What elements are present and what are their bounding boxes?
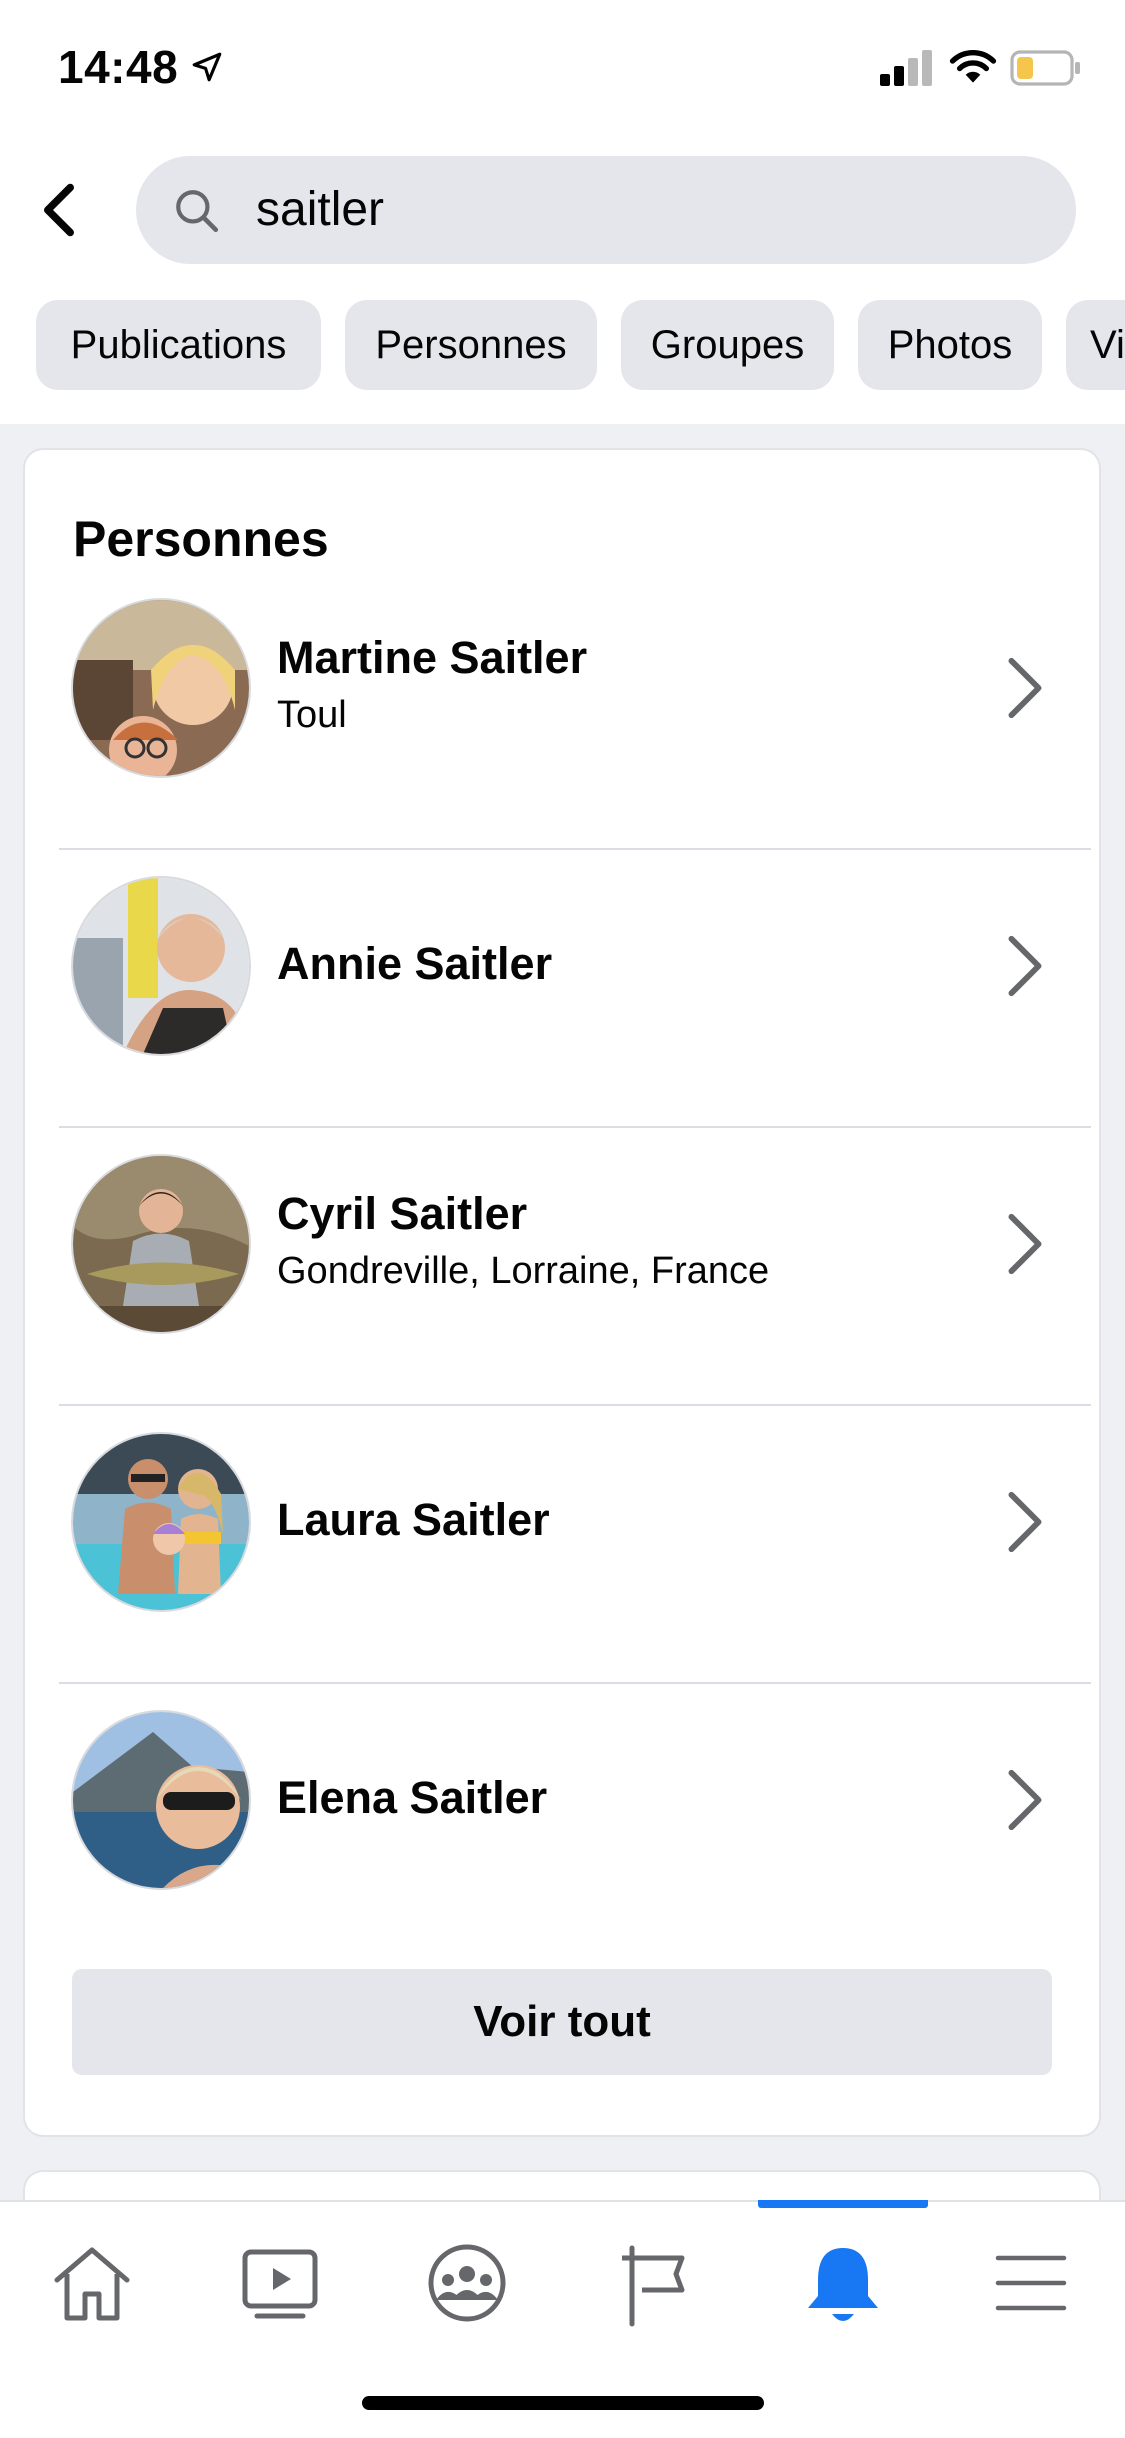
people-results-card: Personnes Martine Saitler Toul Annie Sai… bbox=[25, 450, 1099, 2135]
location-arrow-icon bbox=[192, 52, 222, 82]
see-all-button[interactable]: Voir tout bbox=[72, 1969, 1052, 2075]
person-name: Elena Saitler bbox=[277, 1772, 548, 1823]
chevron-right-icon bbox=[1008, 1769, 1042, 1831]
person-row-laura-saitler[interactable]: Laura Saitler bbox=[25, 1434, 1099, 1710]
search-query[interactable]: saitler bbox=[256, 156, 384, 264]
divider bbox=[59, 1682, 1091, 1684]
search-input[interactable]: saitler bbox=[136, 156, 1076, 264]
tab-pages[interactable] bbox=[600, 2228, 710, 2338]
avatar bbox=[73, 1156, 249, 1332]
chevron-right-icon bbox=[1008, 1213, 1042, 1275]
person-row-cyril-saitler[interactable]: Cyril Saitler Gondreville, Lorraine, Fra… bbox=[25, 1156, 1099, 1432]
pages-flag-icon bbox=[622, 2245, 685, 2327]
divider bbox=[59, 1126, 1091, 1128]
tab-notifications[interactable] bbox=[788, 2228, 898, 2338]
person-subtitle: Toul bbox=[277, 694, 347, 736]
chevron-right-icon bbox=[1008, 1491, 1042, 1553]
wifi-icon bbox=[949, 50, 997, 83]
tab-menu[interactable] bbox=[976, 2228, 1086, 2338]
search-icon bbox=[176, 190, 219, 233]
avatar bbox=[73, 1434, 249, 1610]
status-bar: 14:48 bbox=[0, 0, 1125, 140]
filter-chip-personnes[interactable]: Personnes bbox=[345, 300, 597, 390]
menu-icon bbox=[995, 2255, 1067, 2311]
section-title: Personnes bbox=[73, 511, 329, 567]
person-name: Martine Saitler bbox=[277, 632, 588, 683]
person-row-annie-saitler[interactable]: Annie Saitler bbox=[25, 878, 1099, 1154]
search-header: saitler bbox=[0, 140, 1125, 300]
divider bbox=[59, 848, 1091, 850]
back-arrow-icon[interactable] bbox=[36, 180, 82, 240]
avatar bbox=[73, 600, 249, 776]
tab-groups[interactable] bbox=[412, 2228, 522, 2338]
avatar bbox=[73, 1712, 249, 1888]
person-name: Laura Saitler bbox=[277, 1494, 550, 1545]
chevron-right-icon bbox=[1008, 935, 1042, 997]
person-row-elena-saitler[interactable]: Elena Saitler bbox=[25, 1712, 1099, 1988]
tab-home[interactable] bbox=[37, 2228, 147, 2338]
tab-watch[interactable] bbox=[225, 2228, 335, 2338]
home-indicator bbox=[362, 2396, 764, 2410]
filter-chip-photos[interactable]: Photos bbox=[858, 300, 1042, 390]
filter-chips: Publications Personnes Groupes Photos Vi bbox=[0, 300, 1125, 424]
notifications-bell-icon bbox=[808, 2248, 878, 2321]
chevron-right-icon bbox=[1008, 657, 1042, 719]
filter-chip-videos[interactable]: Vi bbox=[1066, 300, 1125, 390]
active-tab-indicator bbox=[758, 2200, 928, 2208]
person-name: Annie Saitler bbox=[277, 938, 553, 989]
status-time: 14:48 bbox=[58, 41, 179, 93]
person-row-martine-saitler[interactable]: Martine Saitler Toul bbox=[25, 600, 1099, 876]
cellular-signal-icon bbox=[880, 50, 932, 86]
filter-chip-publications[interactable]: Publications bbox=[36, 300, 321, 390]
divider bbox=[59, 1404, 1091, 1406]
avatar bbox=[73, 878, 249, 1054]
groups-icon bbox=[428, 2244, 506, 2322]
watch-icon bbox=[242, 2249, 318, 2319]
battery-icon bbox=[1010, 50, 1080, 86]
filter-chip-groupes[interactable]: Groupes bbox=[621, 300, 834, 390]
person-subtitle: Gondreville, Lorraine, France bbox=[277, 1250, 770, 1292]
home-icon bbox=[54, 2247, 130, 2321]
person-name: Cyril Saitler bbox=[277, 1188, 528, 1239]
